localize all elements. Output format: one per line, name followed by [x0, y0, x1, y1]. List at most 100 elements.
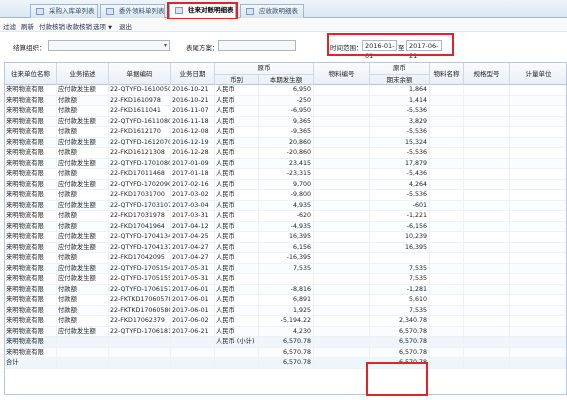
- tab-outsource-pick[interactable]: 委外领料单列表: [100, 4, 165, 18]
- table-row[interactable]: 来明物流有限 6,570.78 6,570.78: [5, 347, 566, 358]
- table-row[interactable]: 来明物流有限 应付款发生额 22-QTYFD-17020901 2017-02-16 人…: [5, 179, 566, 190]
- table-row[interactable]: 来明物流有限 付款额 22-FKD17011468 2017-01-18 人民币 -23,…: [5, 169, 566, 180]
- tab-purchase-inbound[interactable]: 采购入库单列表: [30, 4, 98, 18]
- col-spec[interactable]: 规格型号: [464, 63, 510, 85]
- table-row[interactable]: 来明物流有限 应付款发生额 22-QTYFD-17010801 2017-01-09 人…: [5, 158, 566, 170]
- table-row[interactable]: 来明物流有限 人民币 (小计) 6,570.78 6,570.78: [5, 337, 566, 348]
- table-row[interactable]: 合计 6,570.78 6,570.78: [5, 358, 566, 369]
- cell-mname: [430, 148, 464, 159]
- table-row[interactable]: 来明物流有限 付款额 22-FKD17041964 2017-04-12 人民币 -4,9…: [5, 221, 566, 232]
- cell-amt: -6,950: [259, 106, 314, 117]
- cell-date: 2016-11-07: [171, 106, 215, 117]
- cell-mat: [314, 200, 370, 211]
- col-unit-name[interactable]: 往来单位名称: [5, 63, 57, 85]
- cell-amt: 20,860: [259, 137, 314, 148]
- org-select[interactable]: ▾: [48, 40, 170, 51]
- receipt-verify-button[interactable]: 收款核销: [66, 21, 92, 31]
- cell-spec: [464, 253, 510, 264]
- table-body: 来明物流有限 应付款发生额 22-QTYFD-16100501 2016-10-21 人…: [5, 85, 566, 369]
- table-row[interactable]: 来明物流有限 付款额 22-FKTKD17060578 2017-06-01 人民币 6,…: [5, 295, 566, 306]
- pay-verify-button[interactable]: 付款核销: [39, 21, 65, 31]
- table-row[interactable]: 来明物流有限 付款额 22-FKD17031978 2017-03-31 人民币 -620…: [5, 211, 566, 222]
- table-row[interactable]: 来明物流有限 应付款发生额 22-QTYFD-17041372 2017-04-27 人…: [5, 242, 566, 253]
- col-summary[interactable]: 业务描述: [57, 63, 109, 85]
- cell-no: 22-FKTKD17060580: [109, 305, 171, 316]
- table-row[interactable]: 来明物流有限 应付款发生额 22-QTYFD-16120701 2016-12-19 人…: [5, 137, 566, 148]
- cell-date: 2017-04-27: [171, 242, 215, 253]
- filter-button[interactable]: 过滤: [3, 21, 16, 31]
- cell-desc: 应付款发生额: [57, 242, 109, 253]
- cell-cur: 人民币: [215, 263, 259, 274]
- cell-mname: [430, 358, 464, 369]
- table-row[interactable]: 来明物流有限 付款额 22-FKD1610978 2016-10-21 人民币 -250 1…: [5, 95, 566, 106]
- cell-unit: 来明物流有限: [5, 200, 57, 211]
- table-row[interactable]: 来明物流有限 付款额 22-FKD1611041 2016-11-07 人民币 -6,95…: [5, 106, 566, 117]
- cell-cur: 人民币: [215, 284, 259, 295]
- col-material-no[interactable]: 物料编号: [314, 63, 370, 85]
- cell-date: 2017-06-21: [171, 326, 215, 337]
- cell-spec: [464, 179, 510, 190]
- exit-button[interactable]: 退出: [119, 21, 132, 31]
- cell-spec: [464, 116, 510, 127]
- table-row[interactable]: 来明物流有限 应付款发生额 22-QTYFD-16110801 2016-11-18 人…: [5, 116, 566, 127]
- cell-amt: -9,800: [259, 190, 314, 201]
- cell-amt: 6,891: [259, 295, 314, 306]
- table-row[interactable]: 来明物流有限 应付款发生额 22-QTYFD-17051551 2017-05-31 人…: [5, 274, 566, 285]
- cell-no: 22-QTYFD-16120701: [109, 137, 171, 148]
- cell-spec: [464, 221, 510, 232]
- cell-spec: [464, 85, 510, 96]
- cell-bal: 7,535: [370, 263, 430, 274]
- col-currency[interactable]: 币别: [215, 74, 259, 85]
- cell-no: 22-QTYFD-16100501: [109, 85, 171, 96]
- col-amount[interactable]: 本期发生额: [259, 74, 314, 85]
- cell-mat: [314, 106, 370, 117]
- table-row[interactable]: 来明物流有限 应付款发生额 22-QTYFD-17051540 2017-05-31 人…: [5, 263, 566, 274]
- col-biz-date[interactable]: 业务日期: [171, 63, 215, 85]
- cell-date: 2017-03-04: [171, 200, 215, 211]
- cell-amt: 6,570.78: [259, 347, 314, 358]
- cell-unit: 来明物流有限: [5, 179, 57, 190]
- cell-amt: -250: [259, 95, 314, 106]
- table-row[interactable]: 来明物流有限 应付款发生额 22-QTYFD-17061814 2017-06-21 人…: [5, 326, 566, 337]
- scheme-select[interactable]: [218, 40, 296, 51]
- tab-receivable-detail[interactable]: 应收款明细表: [240, 4, 304, 18]
- cell-date: 2017-06-01: [171, 284, 215, 295]
- cell-cur: 人民币: [215, 95, 259, 106]
- col-balance[interactable]: 期末余额: [370, 74, 430, 85]
- table-row[interactable]: 来明物流有限 付款额 22-FKD17031700 2017-03-02 人民币 -9,8…: [5, 190, 566, 201]
- cell-mname: [430, 137, 464, 148]
- table-row[interactable]: 来明物流有限 付款额 22-QTYFD-17061579 2017-06-01 人民币 -…: [5, 284, 566, 295]
- cell-spec: [464, 358, 510, 369]
- table-row[interactable]: 来明物流有限 付款额 22-FKD17062379 2017-06-02 人民币 -5,1…: [5, 316, 566, 327]
- table-row[interactable]: 来明物流有限 付款额 22-FKD16121308 2016-12-28 人民币 -20,…: [5, 148, 566, 159]
- cell-mname: [430, 242, 464, 253]
- table-row[interactable]: 来明物流有限 应付款发生额 22-QTYFD-17041341 2017-04-25 人…: [5, 232, 566, 243]
- cell-mname: [430, 190, 464, 201]
- cell-no: 22-QTYFD-17020901: [109, 179, 171, 190]
- cell-no: 22-QTYFD-17031071: [109, 200, 171, 211]
- table-row[interactable]: 来明物流有限 应付款发生额 22-QTYFD-17031071 2017-03-04 人…: [5, 200, 566, 211]
- col-bill-no[interactable]: 单据编码: [109, 63, 171, 85]
- document-icon: [106, 8, 114, 15]
- cell-spec: [464, 326, 510, 337]
- refresh-button[interactable]: 刷新: [21, 21, 34, 31]
- cell-amt: -23,315: [259, 169, 314, 180]
- cell-date: 2017-05-31: [171, 274, 215, 285]
- cell-cur: 人民币: [215, 106, 259, 117]
- cell-uom: [510, 159, 566, 170]
- cell-cur: [215, 347, 259, 358]
- options-menu[interactable]: 选项 ▼: [93, 21, 112, 31]
- cell-amt: 9,365: [259, 116, 314, 127]
- col-material-name[interactable]: 物料名称: [430, 63, 464, 85]
- table-row[interactable]: 来明物流有限 付款额 22-FKD17042095 2017-04-27 人民币 -16,…: [5, 253, 566, 264]
- cell-cur: 人民币: [215, 295, 259, 306]
- table-row[interactable]: 来明物流有限 应付款发生额 22-QTYFD-16100501 2016-10-21 人…: [5, 85, 566, 96]
- cell-unit: 来明物流有限: [5, 263, 57, 274]
- cell-mname: [430, 127, 464, 138]
- cell-no: 22-FKD17041964: [109, 221, 171, 232]
- table-row[interactable]: 来明物流有限 付款额 22-FKTKD17060580 2017-06-01 人民币 1,…: [5, 305, 566, 316]
- table-row[interactable]: 来明物流有限 付款额 22-FKD1612170 2016-12-08 人民币 -9,36…: [5, 127, 566, 138]
- cell-mname: [430, 274, 464, 285]
- col-unit[interactable]: 计量单位: [510, 63, 566, 85]
- cell-cur: 人民币: [215, 211, 259, 222]
